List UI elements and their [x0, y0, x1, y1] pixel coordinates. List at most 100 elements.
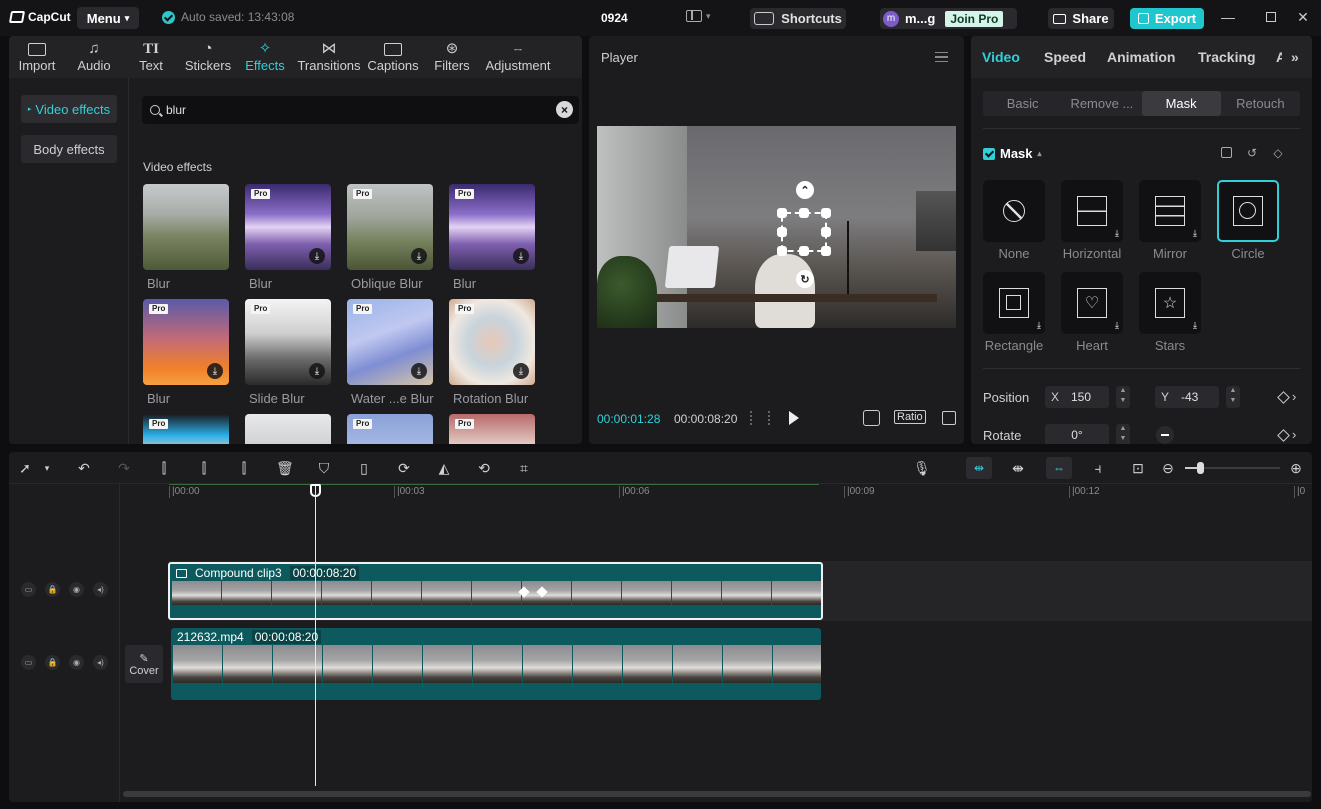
effect-card[interactable]	[245, 414, 331, 444]
effect-card[interactable]: Pro	[347, 414, 433, 444]
split-left-icon[interactable]: ⫿	[196, 460, 212, 476]
tab-animation[interactable]: Animation	[1107, 49, 1175, 65]
hamburger-menu-icon[interactable]	[935, 52, 948, 62]
mask-resize-handle[interactable]	[799, 208, 809, 218]
download-icon[interactable]: ⤓	[513, 248, 529, 264]
position-y-stepper[interactable]: ▲ ▼	[1226, 386, 1240, 408]
split-icon[interactable]: ⫿	[156, 460, 172, 476]
playhead-line[interactable]	[315, 486, 316, 786]
grid-icon[interactable]	[750, 411, 770, 425]
zoom-out-icon[interactable]: ⊖	[1160, 460, 1176, 476]
microphone-icon[interactable]: 🎙	[913, 460, 931, 476]
rotate-field[interactable]: 0°	[1045, 424, 1109, 444]
eye-icon[interactable]: ◉	[69, 582, 84, 597]
speaker-icon[interactable]: ◂)	[93, 655, 108, 670]
crop-icon[interactable]: ⌗	[516, 460, 532, 476]
keyframe-icon[interactable]	[1277, 391, 1290, 404]
menu-button[interactable]: Menu ▾	[77, 7, 139, 29]
auto-snap-icon[interactable]: ⇼	[1010, 460, 1026, 476]
tab-tracking[interactable]: Tracking	[1198, 49, 1256, 65]
redo-icon[interactable]: ↷	[116, 460, 132, 476]
effect-card[interactable]: Blur	[143, 184, 229, 291]
lock-icon[interactable]: 🔒	[45, 582, 60, 597]
search-input[interactable]: blur	[166, 103, 186, 117]
tab-effects[interactable]: ✧ Effects	[244, 36, 286, 78]
mask-resize-handle[interactable]	[821, 227, 831, 237]
rotate-value[interactable]: 0°	[1071, 428, 1082, 442]
link-clips-icon[interactable]: ⇔	[1046, 457, 1072, 479]
download-icon[interactable]: ⤓	[309, 248, 325, 264]
rotate-icon[interactable]: ⟲	[476, 460, 492, 476]
zoom-slider-thumb[interactable]	[1197, 462, 1204, 474]
video-preview[interactable]: ⌃ ↻	[597, 126, 956, 328]
tab-import[interactable]: Import	[16, 36, 58, 78]
chevron-right-icon[interactable]: ›	[1292, 427, 1296, 442]
mask-option-heart[interactable]: ♡ ⤓ Heart	[1061, 272, 1123, 353]
mirror-icon[interactable]: ◭	[436, 460, 452, 476]
reverse-icon[interactable]: ⟳	[396, 460, 412, 476]
mask-resize-handle[interactable]	[777, 227, 787, 237]
delete-icon[interactable]: 🗑	[276, 460, 294, 476]
tab-text[interactable]: TI Text	[135, 36, 167, 78]
effect-card[interactable]: Pro ⤓ Oblique Blur	[347, 184, 433, 291]
mask-resize-handle[interactable]	[777, 208, 787, 218]
fit-timeline-icon[interactable]: ⊡	[1130, 460, 1146, 476]
preview-axis-icon[interactable]: ⫞	[1090, 460, 1106, 476]
magnet-snap-icon[interactable]: ⇹	[966, 457, 992, 479]
download-icon[interactable]: ⤓	[309, 363, 325, 379]
mask-resize-handle[interactable]	[821, 246, 831, 256]
user-account[interactable]: m m...g Join Pro	[880, 8, 1017, 29]
fit-view-icon[interactable]	[863, 410, 880, 426]
mask-section-header[interactable]: Mask ▴	[983, 146, 1042, 161]
category-video-effects[interactable]: ▸ Video effects	[21, 95, 117, 123]
mask-option-rectangle[interactable]: ⤓ Rectangle	[983, 272, 1045, 353]
clear-search-icon[interactable]: ×	[556, 101, 573, 118]
position-y-field[interactable]: Y -43	[1155, 386, 1219, 408]
minimize-icon[interactable]: —	[1220, 9, 1236, 25]
mask-resize-handle[interactable]	[777, 246, 787, 256]
download-icon[interactable]: ⤓	[1193, 228, 1197, 239]
chevron-down-icon[interactable]: ▾	[39, 460, 55, 476]
freeze-icon[interactable]: ▯	[356, 460, 372, 476]
download-icon[interactable]: ⤓	[411, 248, 427, 264]
export-button[interactable]: Export	[1130, 8, 1204, 29]
track-video-icon[interactable]: ▭	[21, 582, 36, 597]
cover-button[interactable]: ✎ Cover	[125, 645, 163, 683]
invert-mask-icon[interactable]	[1220, 147, 1232, 159]
mask-enable-checkbox[interactable]	[983, 147, 995, 160]
shortcuts-button[interactable]: Shortcuts	[750, 8, 846, 29]
subtab-retouch[interactable]: Retouch	[1221, 91, 1300, 116]
subtab-remove[interactable]: Remove ...	[1062, 91, 1141, 116]
effect-card[interactable]: Pro ⤓ Blur	[143, 299, 229, 406]
horizontal-scrollbar[interactable]	[123, 791, 1311, 797]
undo-icon[interactable]: ↶	[76, 460, 92, 476]
lock-icon[interactable]: 🔒	[45, 655, 60, 670]
marker-icon[interactable]: ⛉	[316, 460, 332, 476]
speaker-icon[interactable]: ◂)	[93, 582, 108, 597]
position-x-field[interactable]: X 150	[1045, 386, 1109, 408]
mask-option-mirror[interactable]: ⤓ Mirror	[1139, 180, 1201, 261]
tab-captions[interactable]: Captions	[367, 36, 419, 78]
main-video-clip[interactable]: 212632.mp4 00:00:08:20	[171, 628, 821, 700]
close-icon[interactable]: ✕	[1295, 9, 1311, 26]
track-video-icon[interactable]: ▭	[21, 655, 36, 670]
effect-card[interactable]: Pro	[143, 414, 229, 444]
layout-button[interactable]: ▾	[686, 10, 711, 22]
tab-filters[interactable]: ⊛ Filters	[433, 36, 471, 78]
effect-card[interactable]: Pro ⤓ Rotation Blur	[449, 299, 535, 406]
join-pro-button[interactable]: Join Pro	[945, 10, 1004, 27]
keyframe-icon[interactable]	[1277, 429, 1290, 442]
mask-feather-icon[interactable]: ⌃	[796, 181, 814, 199]
mask-option-none[interactable]: None	[983, 180, 1045, 261]
rotate-dial-icon[interactable]	[1156, 426, 1174, 444]
download-icon[interactable]: ⤓	[1115, 228, 1119, 239]
tab-more[interactable]: A	[1276, 49, 1282, 65]
mask-resize-handle[interactable]	[821, 208, 831, 218]
chevron-double-right-icon[interactable]: »	[1291, 49, 1299, 65]
play-icon[interactable]	[789, 411, 799, 425]
position-x-value[interactable]: 150	[1071, 390, 1091, 404]
chevron-right-icon[interactable]: ›	[1292, 389, 1296, 404]
tab-video[interactable]: Video	[982, 49, 1020, 65]
compound-clip[interactable]: Compound clip3 00:00:08:20	[168, 562, 823, 620]
position-x-stepper[interactable]: ▲ ▼	[1116, 386, 1130, 408]
